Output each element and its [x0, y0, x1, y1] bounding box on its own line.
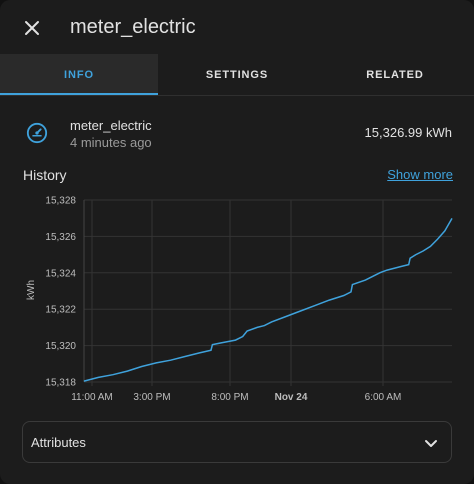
x-tick-label: 8:00 PM: [211, 392, 248, 403]
tab-bar: INFO SETTINGS RELATED: [0, 54, 474, 96]
entity-last-changed: 4 minutes ago: [70, 135, 152, 150]
gauge-icon: [26, 122, 48, 144]
close-icon: [25, 21, 39, 35]
close-button[interactable]: [20, 16, 44, 40]
tab-info[interactable]: INFO: [0, 54, 158, 95]
series-line: [83, 218, 453, 382]
history-chart: 15,318 15,320 15,322 15,324 15,326 15,328 11:…: [26, 196, 453, 403]
dialog-header: meter_electric: [0, 0, 474, 56]
entity-state-value: 15,326.99 kWh: [364, 125, 452, 140]
y-tick-label: 15,320: [45, 341, 76, 352]
y-tick-label: 15,328: [45, 196, 76, 207]
y-tick-label: 15,324: [45, 268, 76, 279]
more-info-dialog: meter_electric INFO SETTINGS RELATED met…: [0, 0, 474, 484]
chart-grid: [83, 199, 452, 386]
x-tick-label: 3:00 PM: [133, 392, 170, 403]
entity-name: meter_electric: [70, 118, 152, 133]
chevron-down-icon: [425, 440, 437, 447]
y-axis-label: kWh: [26, 280, 37, 300]
attributes-expander[interactable]: Attributes: [22, 421, 452, 463]
tab-settings[interactable]: SETTINGS: [158, 54, 316, 95]
attributes-label: Attributes: [31, 435, 86, 450]
y-axis-ticks: 15,318 15,320 15,322 15,324 15,326 15,328: [45, 196, 76, 389]
x-axis-ticks: 11:00 AM 3:00 PM 8:00 PM Nov 24 6:00 AM: [71, 392, 401, 403]
y-tick-label: 15,326: [45, 232, 76, 243]
tab-related[interactable]: RELATED: [316, 54, 474, 95]
x-tick-label: 6:00 AM: [365, 392, 402, 403]
entity-state-row: meter_electric 4 minutes ago 15,326.99 k…: [22, 114, 454, 154]
y-tick-label: 15,322: [45, 305, 76, 316]
x-tick-label: Nov 24: [275, 392, 308, 403]
x-tick-label: 11:00 AM: [71, 392, 113, 403]
show-more-link[interactable]: Show more: [387, 167, 453, 182]
y-tick-label: 15,318: [45, 378, 76, 389]
history-title: History: [23, 167, 67, 183]
dialog-title: meter_electric: [70, 16, 196, 38]
